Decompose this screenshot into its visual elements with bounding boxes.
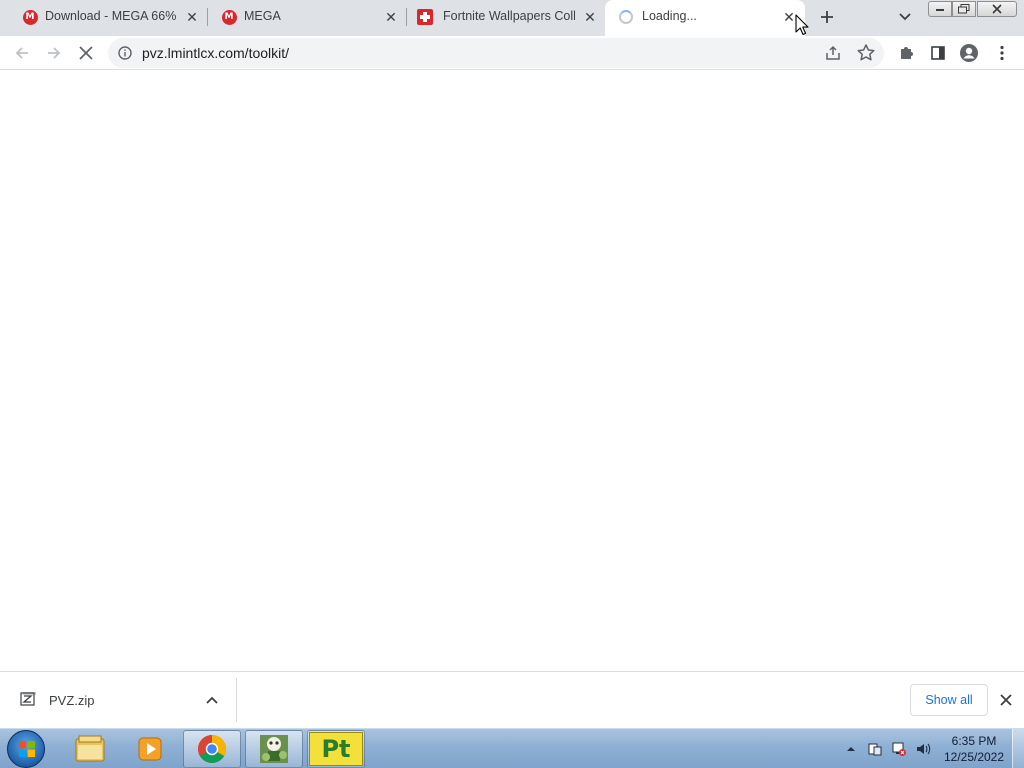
puzzle-icon [901,47,913,59]
chevron-up-icon[interactable] [204,692,220,708]
bookmark-star-icon[interactable] [856,43,876,63]
tab-title: Loading... [642,9,697,23]
tab-search-button[interactable] [895,7,915,27]
screen: M Download - MEGA 66% ✕ M MEGA ✕ Fortnit… [0,0,1024,768]
restore-button[interactable] [952,1,976,17]
download-file-name: PVZ.zip [49,693,95,708]
tab-strip: M Download - MEGA 66% ✕ M MEGA ✕ Fortnit… [0,0,1024,36]
minimize-icon [936,9,944,11]
side-panel-button[interactable] [927,42,949,64]
tab-title: MEGA [244,9,281,23]
plus-icon [821,11,833,23]
taskbar: Pt 6:35 PM 12/25/2022 [0,728,1024,768]
zip-file-icon [20,692,36,706]
mouse-cursor-icon [795,14,809,36]
minimize-button[interactable] [928,1,952,17]
forward-arrow-icon [48,47,61,59]
taskbar-media-player[interactable] [121,730,179,768]
tab-title: Fortnite Wallpapers Colle [443,9,575,23]
chevron-down-icon [899,13,911,21]
kebab-menu-icon [1000,45,1004,61]
profile-button[interactable] [958,42,980,64]
action-center-icon[interactable] [867,741,883,757]
download-shelf: PVZ.zip Show all [0,671,1024,728]
close-shelf-icon[interactable] [997,691,1015,709]
show-desktop-button[interactable] [1012,729,1024,768]
windows-logo-icon [19,741,35,757]
clock-time: 6:35 PM [951,734,997,748]
menu-button[interactable] [991,42,1013,64]
show-all-button[interactable]: Show all [910,684,988,716]
taskbar-explorer[interactable] [61,730,119,768]
side-panel-icon [931,46,945,60]
address-url[interactable]: pvz.lmintlcx.com/toolkit/ [142,45,289,61]
tab-mega[interactable]: M MEGA ✕ [207,0,405,34]
pt-app-label: Pt [321,735,351,763]
mega-icon: M [221,9,237,25]
tab-fortnite-wallpapers[interactable]: Fortnite Wallpapers Colle ✕ [406,0,604,34]
share-icon[interactable] [824,44,842,62]
taskbar-pt-app[interactable]: Pt [307,730,365,768]
taskbar-clock[interactable]: 6:35 PM 12/25/2022 [938,733,1010,765]
taskbar-chrome[interactable] [183,730,241,768]
tab-download-mega[interactable]: M Download - MEGA 66% ✕ [8,0,206,34]
taskbar-game[interactable] [245,730,303,768]
tab-close-icon[interactable]: ✕ [382,8,400,26]
start-button[interactable] [7,730,45,768]
tab-title: Download - MEGA 66% [45,9,177,23]
mega-icon: M [22,9,38,25]
shelf-divider [236,678,237,722]
close-icon [992,4,1002,14]
media-player-icon [138,737,162,761]
volume-icon[interactable] [915,741,931,757]
window-close-button[interactable] [977,1,1017,17]
new-tab-button[interactable] [815,6,839,28]
loading-spinner-icon [618,9,634,25]
pt-app-icon: Pt [309,732,363,766]
chrome-icon [198,735,226,763]
address-bar[interactable]: pvz.lmintlcx.com/toolkit/ [108,38,884,68]
stop-icon [79,46,93,60]
tab-close-icon[interactable]: ✕ [581,8,599,26]
tab-loading[interactable]: Loading... ✕ [605,0,805,36]
game-icon [260,735,288,763]
browser-toolbar: pvz.lmintlcx.com/toolkit/ [0,36,1024,70]
forward-button[interactable] [43,42,65,64]
clock-date: 12/25/2022 [943,750,1005,764]
show-hidden-icons-icon[interactable] [843,741,859,757]
back-arrow-icon [15,47,28,59]
stop-loading-button[interactable] [75,42,97,64]
site-info-icon[interactable] [118,46,132,60]
restore-icon [958,4,970,14]
file-explorer-icon [75,735,105,762]
tab-close-icon[interactable]: ✕ [183,8,201,26]
avatar-icon [960,44,978,62]
network-disconnected-icon[interactable] [891,741,907,757]
red-cross-icon [417,9,433,25]
extensions-button[interactable] [895,42,917,64]
page-content[interactable] [0,71,1024,671]
back-button[interactable] [11,42,33,64]
